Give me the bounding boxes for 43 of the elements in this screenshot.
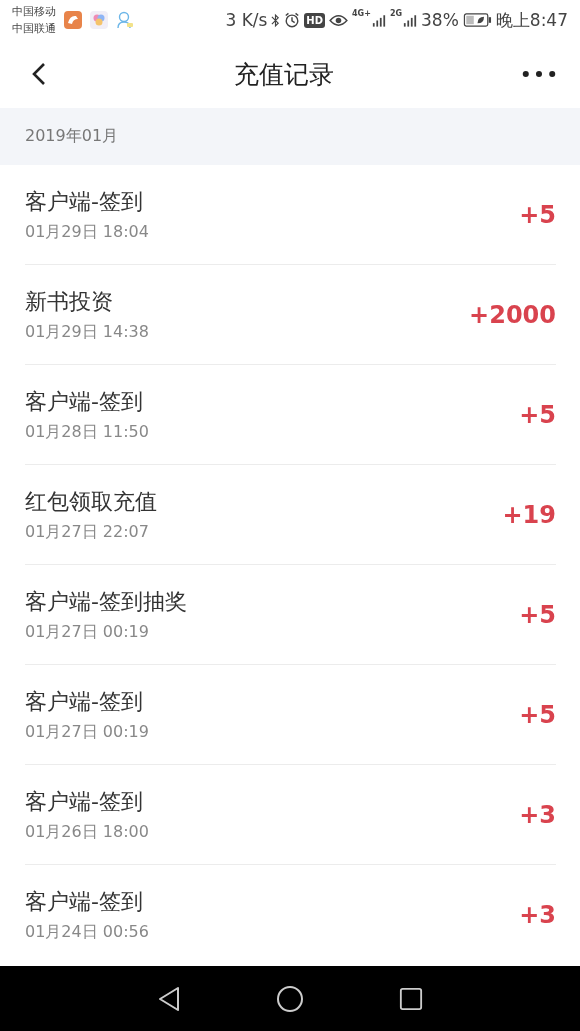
- record-amount: +2000: [469, 300, 556, 329]
- record-time: 01月29日 18:04: [25, 221, 149, 243]
- record-time: 01月27日 00:19: [25, 621, 150, 643]
- eye-icon: [329, 13, 349, 27]
- flower-app-icon: [89, 10, 109, 30]
- battery-icon: [462, 13, 492, 27]
- signal-icon: [403, 12, 417, 28]
- clock: 晚上8:47: [495, 8, 568, 32]
- record-time: 01月27日 22:07: [25, 521, 150, 543]
- record-title: 客户端-签到: [25, 687, 144, 716]
- record-amount: +5: [519, 400, 556, 429]
- battery-percent: 38%: [421, 10, 459, 30]
- record-title: 客户端-签到: [25, 888, 144, 916]
- record-amount: +3: [519, 901, 556, 929]
- record-time: 01月28日 11:50: [25, 421, 149, 443]
- record-amount: +5: [519, 600, 556, 629]
- network-type: 2G: [389, 9, 402, 18]
- month-header: 2019年01月: [0, 108, 580, 165]
- record-amount: +19: [502, 500, 556, 529]
- bluetooth-icon: [271, 12, 281, 28]
- record-title: 客户端-签到抽奖: [25, 587, 187, 616]
- more-icon: [522, 70, 556, 78]
- record-time: 01月27日 00:19: [25, 721, 149, 743]
- record-time: 01月26日 18:00: [25, 821, 149, 843]
- record-title: 客户端-签到: [25, 187, 144, 216]
- record-amount: +3: [519, 800, 556, 829]
- record-title: 新书投资: [25, 287, 114, 316]
- record-title: 红包领取充值: [25, 487, 157, 516]
- page-title: 充值记录: [234, 58, 334, 91]
- carrier-name: 中国联通: [12, 21, 56, 37]
- hd-badge: HD: [304, 12, 326, 28]
- record-time: 01月24日 00:56: [25, 922, 149, 943]
- record-amount: +5: [519, 700, 556, 729]
- network-type: 4G+: [352, 9, 371, 18]
- alarm-icon: [284, 12, 301, 28]
- carrier-name: 中国移动: [12, 4, 56, 20]
- network-speed: 3 K/s: [225, 10, 268, 30]
- record-time: 01月29日 14:38: [25, 321, 149, 343]
- person-outline-icon: [115, 10, 135, 30]
- record-amount: +5: [519, 200, 556, 229]
- record-title: 客户端-签到: [25, 787, 144, 816]
- signal-icon: [371, 12, 386, 28]
- record-title: 客户端-签到: [25, 387, 144, 416]
